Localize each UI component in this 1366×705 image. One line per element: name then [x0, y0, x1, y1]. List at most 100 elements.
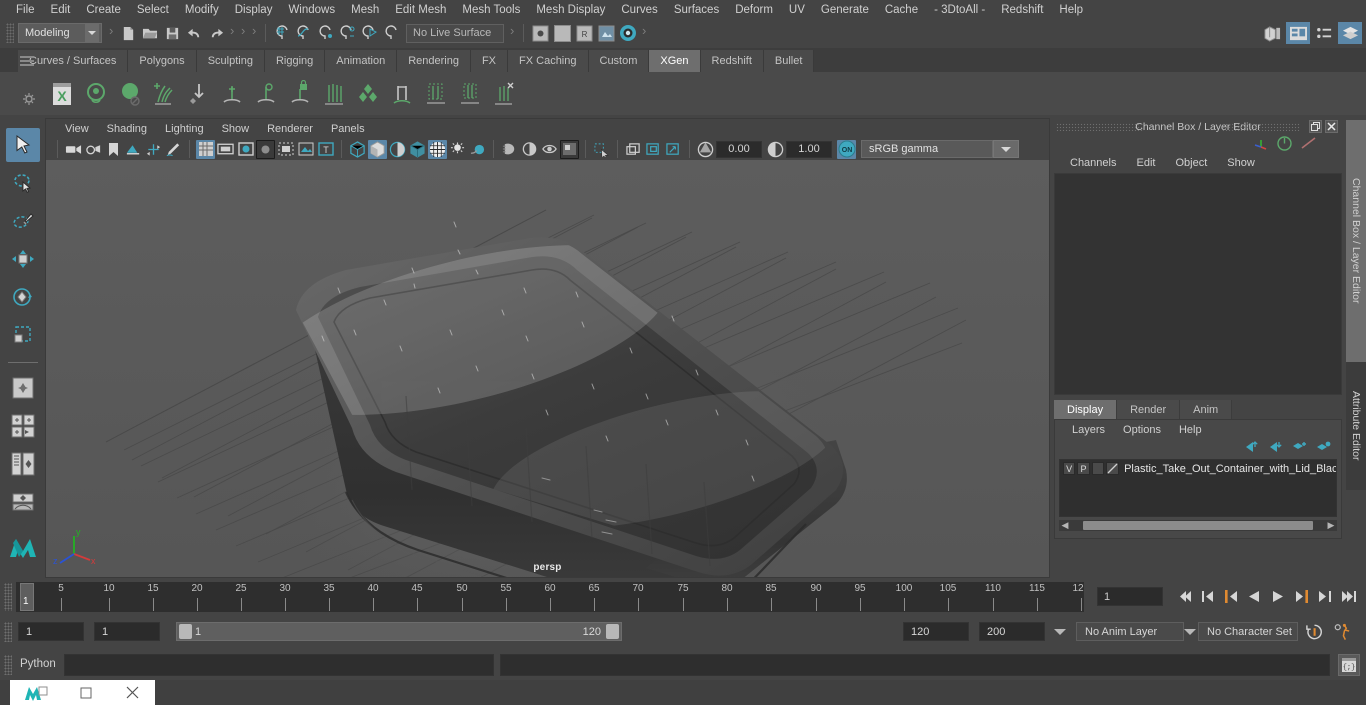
- xray-icon[interactable]: [592, 140, 611, 159]
- step-forward-frame-icon[interactable]: [1315, 586, 1335, 607]
- viewport-menu-shading[interactable]: Shading: [98, 123, 156, 135]
- anim-layer-chevron-icon[interactable]: [1180, 622, 1200, 641]
- menu-item-mesh-display[interactable]: Mesh Display: [528, 1, 613, 19]
- scrollbar-thumb[interactable]: [1083, 521, 1313, 530]
- undock-icon[interactable]: [1309, 120, 1322, 133]
- object-menu[interactable]: Object: [1165, 157, 1217, 169]
- edit-menu[interactable]: Edit: [1126, 157, 1165, 169]
- menu-item-3dtoall[interactable]: - 3DtoAll -: [926, 1, 993, 19]
- menu-item-windows[interactable]: Windows: [280, 1, 343, 19]
- shelf-tab-bullet[interactable]: Bullet: [763, 50, 815, 72]
- single-perspective-layout[interactable]: [6, 371, 40, 405]
- layer-list-horizontal-scrollbar[interactable]: ◀ ▶: [1059, 520, 1337, 531]
- range-end-time-field[interactable]: 120: [903, 622, 969, 641]
- rotate-tool[interactable]: [6, 280, 40, 314]
- snap-to-point-icon[interactable]: [315, 22, 337, 44]
- smooth-shade-all-icon[interactable]: [368, 139, 387, 159]
- object-mode-icon[interactable]: [551, 22, 573, 44]
- go-to-end-icon[interactable]: [1338, 586, 1358, 607]
- shelf-tab-fx-caching[interactable]: FX Caching: [508, 50, 589, 72]
- panel-grip-left[interactable]: [1056, 123, 1144, 131]
- range-end-handle[interactable]: [606, 624, 619, 639]
- menu-item-create[interactable]: Create: [78, 1, 129, 19]
- channels-menu[interactable]: Channels: [1060, 157, 1126, 169]
- lasso-select-tool[interactable]: [6, 166, 40, 200]
- exposure-value-field[interactable]: 0.00: [716, 140, 762, 158]
- panel-grip-right[interactable]: [1222, 123, 1300, 131]
- channel-box-content[interactable]: [1054, 173, 1342, 395]
- menu-item-file[interactable]: File: [8, 1, 43, 19]
- range-start-handle[interactable]: [179, 624, 192, 639]
- snap-to-grid-icon[interactable]: [271, 22, 293, 44]
- command-line-grip[interactable]: [4, 655, 12, 675]
- xgen-add-grooming-icon[interactable]: [216, 76, 248, 112]
- shade-with-wireframe-icon[interactable]: [388, 140, 407, 159]
- bookmark-icon[interactable]: [104, 140, 123, 159]
- gamma-value-field[interactable]: 1.00: [786, 140, 832, 158]
- layer-list[interactable]: V P Plastic_Take_Out_Container_with_Lid_…: [1059, 459, 1337, 517]
- shadows-icon[interactable]: [448, 140, 467, 159]
- scale-tool[interactable]: [6, 318, 40, 352]
- layer-row[interactable]: V P Plastic_Take_Out_Container_with_Lid_…: [1060, 460, 1336, 477]
- depth-of-field-icon[interactable]: [540, 140, 559, 159]
- render-mode-icon[interactable]: [595, 22, 617, 44]
- viewport-menu-lighting[interactable]: Lighting: [156, 123, 213, 135]
- open-scene-icon[interactable]: [139, 22, 161, 44]
- use-all-lights-icon[interactable]: [408, 140, 427, 159]
- shelf-tab-xgen[interactable]: XGen: [649, 50, 701, 72]
- redo-icon[interactable]: [205, 22, 227, 44]
- layer-color-swatch[interactable]: [1106, 462, 1120, 475]
- move-layer-up-icon[interactable]: [1244, 440, 1259, 456]
- auto-key-icon[interactable]: [1305, 623, 1324, 644]
- menu-item-redshift[interactable]: Redshift: [993, 1, 1051, 19]
- modeling-toolkit-icon[interactable]: [1260, 22, 1284, 44]
- textured-icon[interactable]: [428, 139, 447, 159]
- shelf-tab-redshift[interactable]: Redshift: [700, 50, 764, 72]
- status-line-grip[interactable]: [6, 23, 14, 43]
- menu-item-curves[interactable]: Curves: [613, 1, 665, 19]
- gamma-icon[interactable]: [766, 140, 785, 159]
- shelf-options-gear-icon[interactable]: [22, 92, 36, 106]
- menu-item-display[interactable]: Display: [227, 1, 281, 19]
- step-forward-key-icon[interactable]: [1292, 586, 1312, 607]
- shelf-tab-sculpting[interactable]: Sculpting: [196, 50, 265, 72]
- new-layer-from-selected-icon[interactable]: [1316, 441, 1331, 456]
- xray-joints-icon[interactable]: [624, 140, 643, 159]
- close-icon[interactable]: [110, 680, 155, 705]
- new-scene-icon[interactable]: [117, 22, 139, 44]
- new-layer-icon[interactable]: [1292, 441, 1307, 456]
- viewport-menu-panels[interactable]: Panels: [322, 123, 374, 135]
- menu-item-uv[interactable]: UV: [781, 1, 813, 19]
- wireframe-icon[interactable]: [348, 140, 367, 159]
- animation-start-time-field[interactable]: 1: [18, 622, 84, 641]
- grease-pencil-icon[interactable]: [164, 140, 183, 159]
- maximize-icon[interactable]: [62, 680, 110, 705]
- exposure-icon[interactable]: [696, 140, 715, 159]
- xgen-noise-icon[interactable]: [488, 76, 520, 112]
- chevron-down-icon[interactable]: [993, 140, 1019, 158]
- save-scene-icon[interactable]: [161, 22, 183, 44]
- resolution-gate-icon[interactable]: [236, 140, 255, 159]
- xgen-clump-icon[interactable]: [454, 76, 486, 112]
- xgen-lock-guide-icon[interactable]: [284, 76, 316, 112]
- command-language-label[interactable]: Python: [20, 658, 56, 670]
- menu-item-mesh-tools[interactable]: Mesh Tools: [454, 1, 528, 19]
- motion-blur-icon[interactable]: [500, 140, 519, 159]
- color-management-select[interactable]: sRGB gamma: [861, 140, 1019, 158]
- xgen-comb-icon[interactable]: [318, 76, 350, 112]
- go-to-start-icon[interactable]: [1175, 586, 1195, 607]
- menu-item-modify[interactable]: Modify: [177, 1, 227, 19]
- time-slider-grip[interactable]: [4, 583, 12, 611]
- tab-anim[interactable]: Anim: [1180, 400, 1233, 419]
- play-backwards-icon[interactable]: [1244, 586, 1264, 607]
- scroll-right-arrow-icon[interactable]: ▶: [1325, 520, 1337, 531]
- xgen-select-guide-icon[interactable]: [250, 76, 282, 112]
- xray-active-components-icon[interactable]: [644, 140, 663, 159]
- 2d-pan-zoom-icon[interactable]: [144, 140, 163, 159]
- attribute-editor-icon[interactable]: [1286, 22, 1310, 44]
- grid-icon[interactable]: [196, 139, 215, 159]
- menu-item-surfaces[interactable]: Surfaces: [666, 1, 727, 19]
- persp-graph-layout[interactable]: [6, 485, 40, 519]
- show-manipulators-icon[interactable]: [1253, 136, 1269, 153]
- camera-attributes-icon[interactable]: [84, 140, 103, 159]
